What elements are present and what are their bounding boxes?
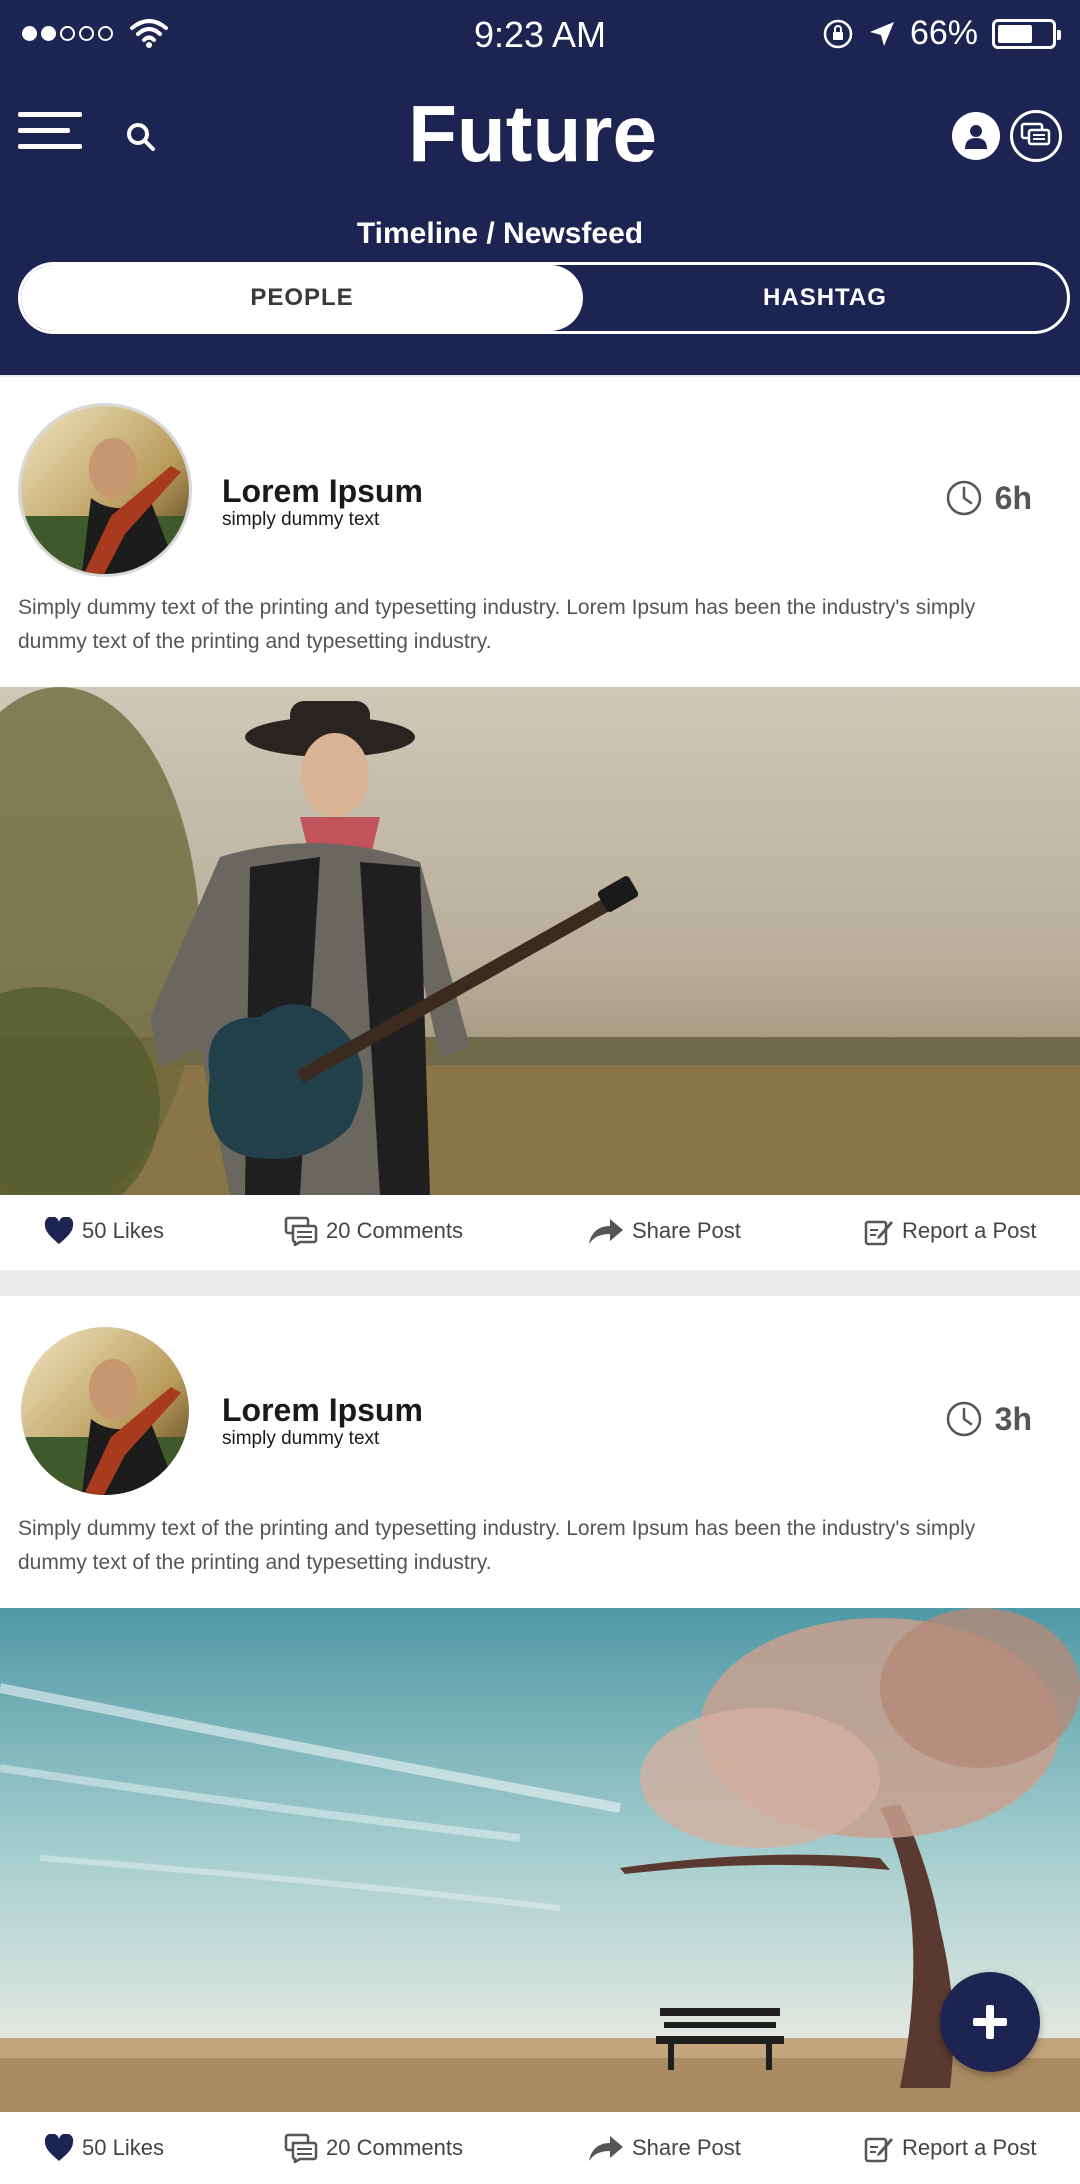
like-button[interactable]: 50 Likes [44,1217,164,1245]
status-right: 66% [822,14,1061,53]
avatar[interactable] [18,1324,192,1498]
page-subtitle: Timeline / Newsfeed [356,217,644,250]
profile-icon [965,125,987,149]
report-label: Report a Post [902,2135,1037,2160]
post-time-label: 3h [994,1400,1032,1437]
heart-icon [44,1217,74,1244]
chat-button[interactable] [1010,110,1062,162]
tab-hashtag[interactable]: HASHTAG [583,265,1067,331]
comments-icon [284,1216,318,1246]
post-author-subtitle: simply dummy text [222,1428,380,1449]
comments-icon [284,2133,318,2163]
post-time-label: 6h [994,479,1032,516]
location-icon [869,21,894,46]
battery-percent: 66% [909,14,978,52]
clock-icon [946,480,981,516]
post-timestamp: 3h [945,1400,1032,1438]
comments-count: 20 Comments [326,2135,463,2160]
likes-count: 50 Likes [82,1218,164,1243]
post-card: Lorem Ipsum simply dummy text 6h Simply … [0,377,1080,1270]
report-icon [864,2137,893,2163]
chat-icon [1020,122,1051,146]
heart-icon [44,2134,74,2161]
share-button[interactable]: Share Post [588,2134,741,2162]
post-actions: 50 Likes 20 Comments Share Post Report a… [0,2112,1080,2184]
rotation-lock-icon [823,19,853,48]
likes-count: 50 Likes [82,2135,164,2160]
post-timestamp: 6h [945,479,1032,517]
add-post-button[interactable] [940,1972,1040,2072]
clock-icon [946,1401,981,1437]
post-body: Simply dummy text of the printing and ty… [18,596,976,653]
plus-icon [973,2005,1007,2039]
report-label: Report a Post [902,1218,1037,1243]
profile-button[interactable] [952,112,1000,160]
tab-people[interactable]: PEOPLE [21,265,583,331]
avatar[interactable] [18,403,192,577]
post-body: Simply dummy text of the printing and ty… [18,1517,976,1574]
share-icon [589,1219,623,1244]
post-image-tree-bench-photo[interactable] [0,1608,1080,2112]
report-button[interactable]: Report a Post [864,1216,1037,1246]
post-actions: 50 Likes 20 Comments Share Post Report a… [0,1195,1080,1267]
comments-button[interactable]: 20 Comments [284,2133,463,2163]
share-button[interactable]: Share Post [588,1217,741,1245]
battery-icon [992,18,1061,49]
post-image-guitarist-photo[interactable] [0,687,1080,1195]
header: 9:23 AM 66% Future Timeline / Newsfeed P… [0,0,1080,375]
app-title: Future [408,89,657,178]
report-icon [864,1220,893,1246]
post-author-subtitle: simply dummy text [222,509,380,530]
share-icon [589,2136,623,2161]
comments-count: 20 Comments [326,1218,463,1243]
post-author[interactable]: Lorem Ipsum [222,1392,423,1429]
app-screen: 9:23 AM 66% Future Timeline / Newsfeed P… [0,0,1080,2184]
status-bar: 9:23 AM 66% [0,0,1080,70]
comments-button[interactable]: 20 Comments [284,1216,463,1246]
report-button[interactable]: Report a Post [864,2133,1037,2163]
tab-bar: PEOPLE HASHTAG [18,262,1070,334]
share-label: Share Post [632,2135,741,2160]
like-button[interactable]: 50 Likes [44,2134,164,2162]
post-card: Lorem Ipsum simply dummy text 3h Simply … [0,1296,1080,2184]
share-label: Share Post [632,1218,741,1243]
post-author[interactable]: Lorem Ipsum [222,473,423,510]
